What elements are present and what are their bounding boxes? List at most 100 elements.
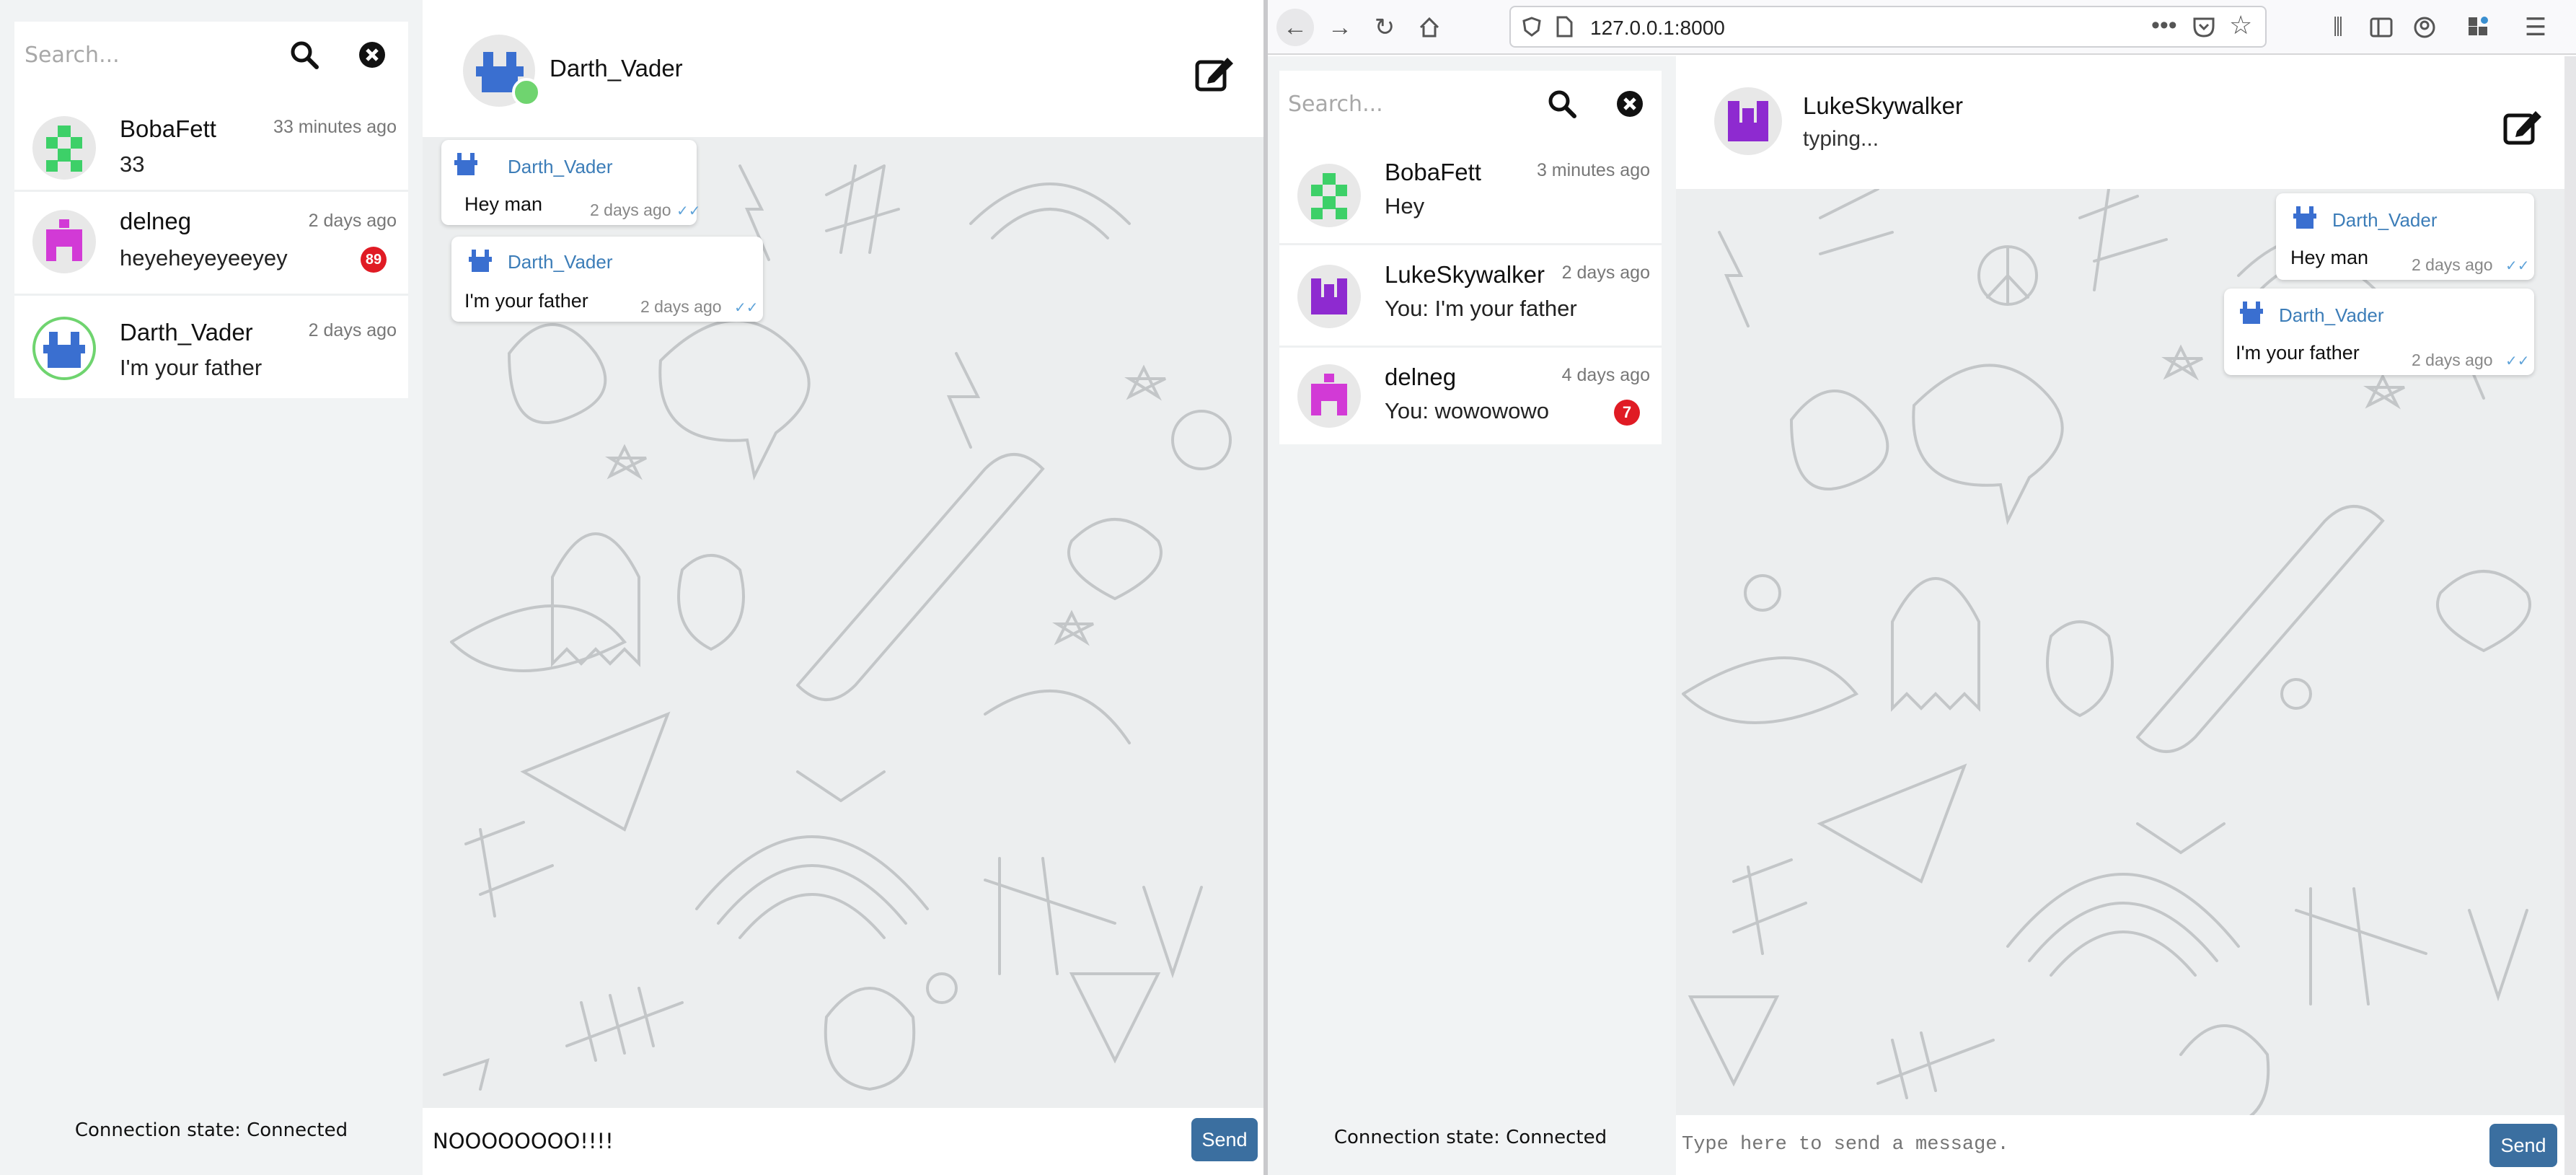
contact-preview: Hey	[1385, 193, 1425, 219]
right-chat-header: LukeSkywalker typing...	[1676, 56, 2564, 189]
reload-icon[interactable]: ↻	[1366, 9, 1403, 46]
contact-name: delneg	[1385, 364, 1457, 390]
browser-toolbar: ← → ↻ 127.0.0.1:8000 ••• ☆ ⫼ ☰	[1268, 0, 2576, 55]
bookmark-star-icon[interactable]: ☆	[2229, 10, 2252, 40]
right-message-2: Darth_Vader I'm your father 2 days ago ✓…	[2224, 289, 2534, 375]
avatar	[32, 209, 97, 274]
message-time: 2 days ago	[640, 297, 722, 316]
contact-preview: You: wowowowo	[1385, 398, 1550, 423]
home-icon[interactable]	[1411, 9, 1448, 46]
message-author[interactable]: Darth_Vader	[508, 156, 613, 178]
forward-icon[interactable]: →	[1321, 9, 1359, 46]
message-author-icon	[2290, 203, 2319, 232]
library-icon[interactable]: ⫼	[2321, 10, 2355, 45]
right-message-1: Darth_Vader Hey man 2 days ago ✓✓	[2276, 193, 2534, 280]
contact-name: BobaFett	[120, 115, 216, 142]
left-contact-darth-vader[interactable]: Darth_Vader 2 days ago I'm your father	[14, 296, 408, 398]
chat-title: Darth_Vader	[550, 55, 683, 82]
contact-time: 33 minutes ago	[273, 117, 397, 137]
read-checkmark-icon: ✓✓	[676, 203, 701, 219]
right-composer: Send	[1676, 1115, 2564, 1175]
menu-icon[interactable]: ☰	[2518, 10, 2553, 45]
left-contact-list: BobaFett 33 minutes ago 33 delneg 2 days…	[14, 88, 408, 398]
contact-time: 2 days ago	[1561, 263, 1650, 283]
left-chat-header: Darth_Vader	[423, 0, 1263, 137]
avatar	[32, 115, 97, 180]
address-bar[interactable]: 127.0.0.1:8000 ••• ☆	[1509, 6, 2267, 48]
right-search-input[interactable]	[1288, 82, 1526, 126]
right-contact-list: BobaFett 3 minutes ago Hey LukeSkywalker…	[1279, 137, 1662, 444]
contact-time: 3 minutes ago	[1536, 160, 1650, 180]
contact-name: BobaFett	[1385, 159, 1481, 185]
compose-icon[interactable]	[2502, 107, 2543, 147]
contact-preview: You: I'm your father	[1385, 296, 1577, 321]
message-text: Hey man	[464, 193, 543, 215]
right-connection-state: Connection state: Connected	[1333, 1127, 1607, 1148]
left-clear-search-icon[interactable]	[358, 40, 387, 69]
message-text: I'm your father	[2236, 342, 2360, 364]
typing-status: typing...	[1803, 127, 1879, 151]
message-author[interactable]: Darth_Vader	[2332, 209, 2438, 232]
back-icon[interactable]: ←	[1276, 9, 1314, 46]
left-message-input[interactable]	[433, 1122, 1168, 1160]
contact-name: delneg	[120, 208, 192, 234]
left-message-2: Darth_Vader I'm your father 2 days ago ✓…	[451, 237, 763, 322]
url-text[interactable]: 127.0.0.1:8000	[1590, 17, 1725, 40]
chat-avatar[interactable]	[462, 33, 541, 113]
left-composer: Send	[423, 1108, 1263, 1175]
left-search-icon[interactable]	[288, 39, 320, 71]
chat-title: LukeSkywalker	[1803, 92, 1963, 119]
message-author-icon	[451, 150, 480, 179]
message-author[interactable]: Darth_Vader	[508, 251, 613, 273]
extensions-icon[interactable]	[2461, 10, 2495, 45]
read-checkmark-icon: ✓✓	[734, 300, 759, 316]
contact-preview: I'm your father	[120, 355, 263, 380]
shield-icon[interactable]	[1521, 16, 1543, 38]
left-message-1: Darth_Vader Hey man 2 days ago ✓✓	[441, 140, 701, 225]
read-checkmark-icon: ✓✓	[2505, 258, 2530, 274]
message-time: 2 days ago	[2412, 351, 2493, 369]
sidebar-toggle-icon[interactable]	[2364, 10, 2399, 45]
contact-name: LukeSkywalker	[1385, 261, 1545, 288]
avatar	[1297, 163, 1362, 228]
left-send-button[interactable]: Send	[1191, 1118, 1258, 1161]
unread-count-badge: 7	[1614, 400, 1640, 426]
avatar	[1297, 264, 1362, 329]
contact-time: 2 days ago	[308, 211, 397, 231]
message-author[interactable]: Darth_Vader	[2279, 304, 2384, 327]
right-message-input[interactable]	[1682, 1127, 2475, 1163]
read-checkmark-icon: ✓✓	[2505, 353, 2530, 369]
contact-time: 2 days ago	[308, 320, 397, 340]
right-clear-search-icon[interactable]	[1615, 89, 1644, 118]
online-status-dot	[512, 78, 541, 107]
account-icon[interactable]	[2407, 10, 2442, 45]
page-icon	[1554, 16, 1574, 38]
left-contact-bobafett[interactable]: BobaFett 33 minutes ago 33	[14, 97, 408, 192]
message-time: 2 days ago	[590, 201, 671, 219]
left-connection-state: Connection state: Connected	[74, 1119, 348, 1141]
right-search-bar	[1279, 71, 1662, 137]
contact-preview: 33	[120, 151, 145, 177]
contact-preview: heyeheyeyeeyey	[120, 245, 288, 270]
pocket-icon[interactable]	[2192, 14, 2216, 39]
avatar	[32, 316, 97, 381]
right-send-button[interactable]: Send	[2489, 1124, 2557, 1167]
right-contact-lukeskywalker[interactable]: LukeSkywalker 2 days ago You: I'm your f…	[1279, 245, 1662, 348]
right-contact-delneg[interactable]: delneg 4 days ago You: wowowowo 7	[1279, 348, 1662, 444]
left-contact-delneg[interactable]: delneg 2 days ago heyeheyeyeeyey 89	[14, 192, 408, 296]
message-author-icon	[2237, 299, 2266, 327]
unread-count-badge: 89	[361, 247, 387, 273]
contact-time: 4 days ago	[1561, 365, 1650, 385]
left-search-input[interactable]	[25, 33, 270, 76]
avatar	[1297, 364, 1362, 428]
chat-avatar[interactable]	[1713, 87, 1783, 156]
contact-name: Darth_Vader	[120, 319, 253, 346]
right-search-icon[interactable]	[1546, 88, 1578, 120]
right-contact-bobafett[interactable]: BobaFett 3 minutes ago Hey	[1279, 146, 1662, 245]
message-time: 2 days ago	[2412, 255, 2493, 274]
compose-icon[interactable]	[1194, 53, 1235, 94]
message-text: I'm your father	[464, 290, 588, 312]
page-actions-icon[interactable]: •••	[2151, 12, 2177, 40]
message-author-icon	[466, 247, 495, 276]
left-search-bar	[14, 22, 408, 88]
